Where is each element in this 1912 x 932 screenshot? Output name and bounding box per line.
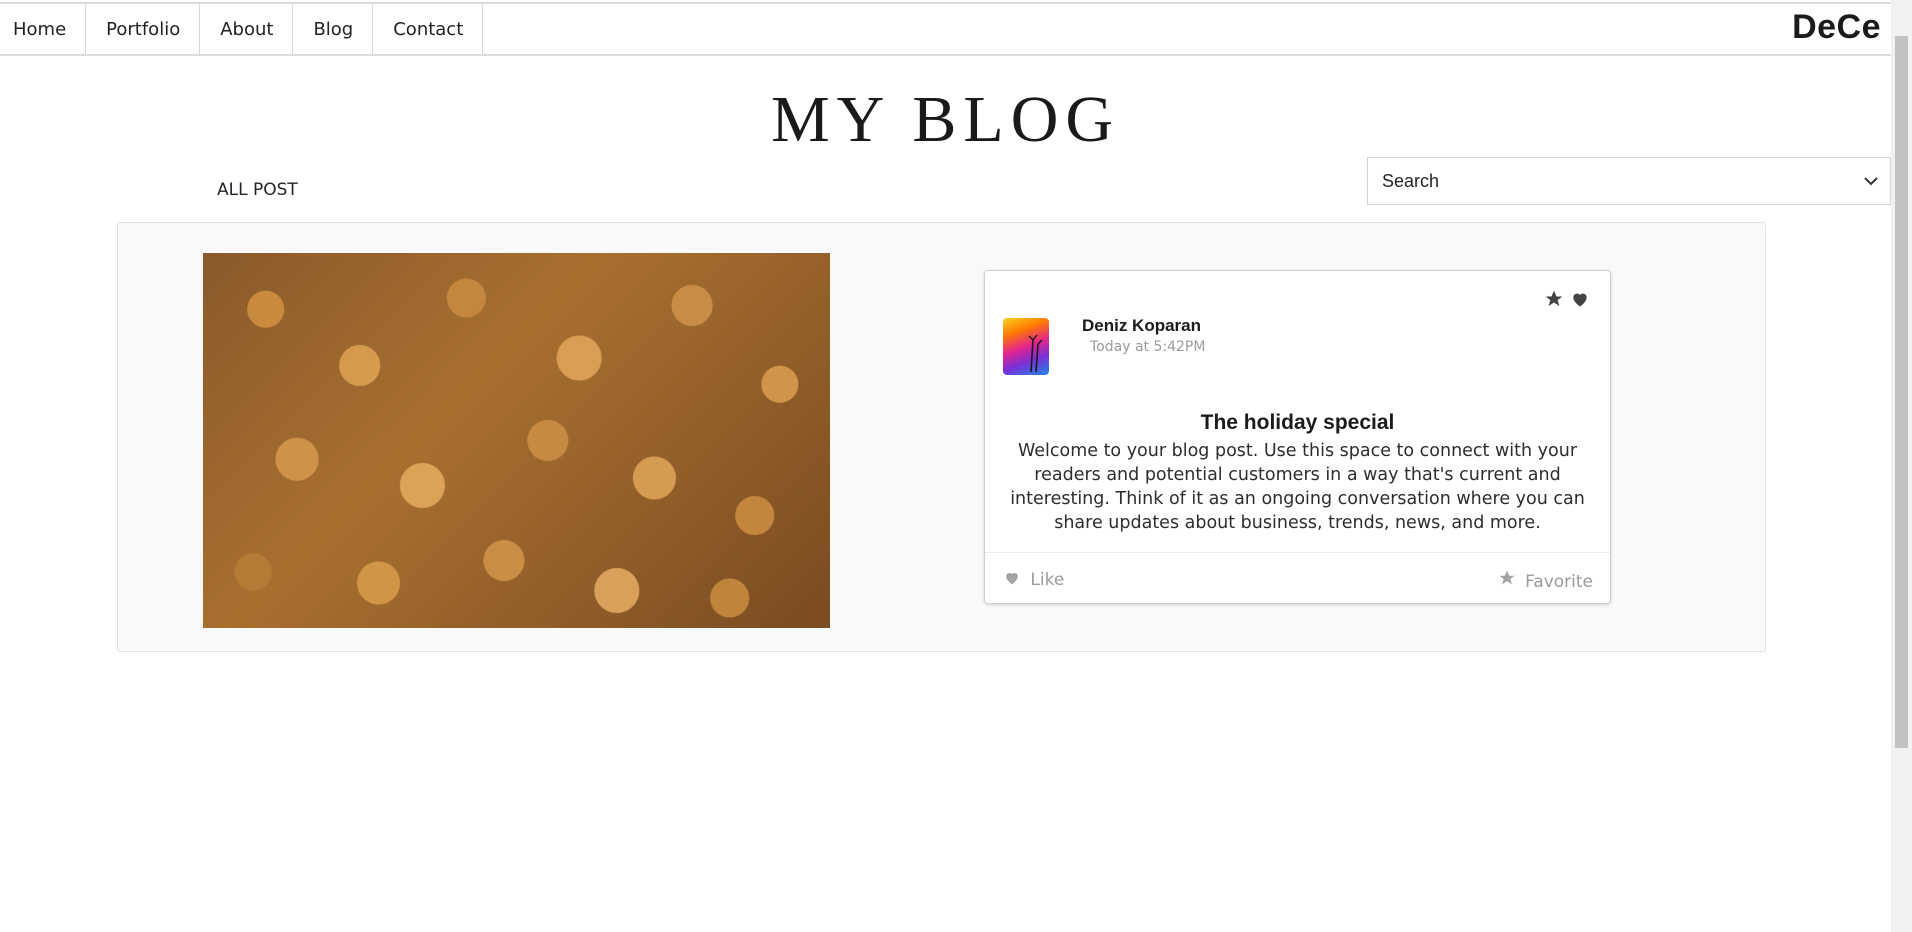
author-name[interactable]: Deniz Koparan bbox=[1082, 316, 1201, 336]
like-button[interactable]: Like bbox=[1003, 569, 1064, 590]
nav-item-home[interactable]: Home bbox=[0, 4, 87, 54]
page-title: MY BLOG bbox=[770, 83, 1121, 156]
post-excerpt: Welcome to your blog post. Use this spac… bbox=[1010, 441, 1585, 533]
avatar[interactable] bbox=[1003, 318, 1049, 375]
favorite-button[interactable]: Favorite bbox=[1498, 569, 1593, 592]
star-icon[interactable] bbox=[1544, 289, 1564, 314]
main-nav: Home Portfolio About Blog Contact bbox=[0, 4, 1891, 54]
favorite-label: Favorite bbox=[1525, 572, 1593, 592]
nav-item-about[interactable]: About bbox=[200, 4, 294, 54]
nav-item-contact[interactable]: Contact bbox=[373, 4, 484, 54]
post-card: Deniz Koparan Today at 5:42PM The holida… bbox=[984, 270, 1611, 604]
page-scrollbar[interactable] bbox=[1891, 0, 1912, 932]
post-image[interactable] bbox=[203, 253, 830, 628]
heart-icon bbox=[1003, 570, 1026, 590]
search-select[interactable]: Search bbox=[1367, 157, 1891, 205]
top-navbar: Home Portfolio About Blog Contact DeCe bbox=[0, 2, 1891, 56]
post-timestamp: Today at 5:42PM bbox=[1090, 339, 1206, 355]
card-divider bbox=[985, 552, 1610, 553]
card-actions bbox=[1544, 289, 1590, 314]
chevron-down-icon bbox=[1864, 173, 1878, 189]
nav-item-blog[interactable]: Blog bbox=[293, 4, 374, 54]
nav-item-portfolio[interactable]: Portfolio bbox=[86, 4, 201, 54]
heart-icon[interactable] bbox=[1570, 289, 1590, 314]
scrollbar-thumb[interactable] bbox=[1895, 36, 1908, 748]
search-select-value: Search bbox=[1382, 170, 1440, 191]
brand-logo[interactable]: DeCe bbox=[1792, 8, 1881, 47]
star-icon bbox=[1498, 570, 1521, 592]
all-post-filter[interactable]: ALL POST bbox=[217, 180, 298, 200]
post-title[interactable]: The holiday special bbox=[985, 411, 1610, 435]
like-label: Like bbox=[1030, 570, 1065, 590]
